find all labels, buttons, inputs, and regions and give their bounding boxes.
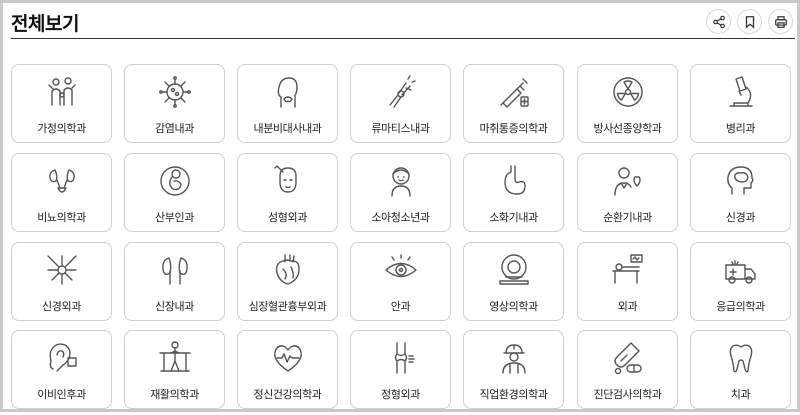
department-label: 마취통증의학과 (479, 122, 548, 135)
worker-icon (495, 339, 533, 377)
department-label: 감염내과 (155, 122, 194, 135)
department-card[interactable]: 치과 (690, 330, 791, 409)
department-label: 심장혈관흉부외과 (248, 300, 327, 313)
test-tube-pill-icon (609, 339, 647, 377)
department-label: 직업환경의학과 (479, 388, 548, 401)
content-frame: 전체보기 가정의학과 감염내과 내분비대사내과 류마티스내과 마취통증의학과 방사선종양학… (0, 0, 800, 412)
department-label: 가정의학과 (37, 122, 86, 135)
department-card[interactable]: 병리과 (690, 64, 791, 143)
department-label: 내분비대사내과 (253, 122, 322, 135)
department-card[interactable]: 심장혈관흉부외과 (237, 242, 338, 321)
department-label: 영상의학과 (489, 300, 538, 313)
operating-table-icon (609, 251, 647, 289)
mri-scanner-icon (495, 251, 533, 289)
bookmark-button[interactable] (737, 9, 762, 34)
department-card[interactable]: 진단검사의학과 (577, 330, 678, 409)
kidney-bladder-icon (43, 162, 81, 200)
department-card[interactable]: 방사선종양학과 (577, 64, 678, 143)
department-label: 산부인과 (155, 211, 194, 224)
ear-icon (43, 339, 81, 377)
department-label: 신장내과 (155, 300, 194, 313)
department-card[interactable]: 산부인과 (124, 153, 225, 232)
department-card[interactable]: 내분비대사내과 (237, 64, 338, 143)
department-card[interactable]: 류마티스내과 (350, 64, 451, 143)
syringe-icon (495, 73, 533, 111)
page-header: 전체보기 (11, 7, 795, 39)
family-icon (43, 73, 81, 111)
department-label: 정형외과 (381, 388, 420, 401)
department-label: 류마티스내과 (371, 122, 430, 135)
page-title: 전체보기 (11, 13, 79, 35)
department-label: 순환기내과 (603, 211, 652, 224)
department-card[interactable]: 직업환경의학과 (463, 330, 564, 409)
department-card[interactable]: 정형외과 (350, 330, 451, 409)
brain-head-icon (722, 162, 760, 200)
anatomical-heart-icon (269, 251, 307, 289)
department-card[interactable]: 신경과 (690, 153, 791, 232)
department-grid: 가정의학과 감염내과 내분비대사내과 류마티스내과 마취통증의학과 방사선종양학과 병리과비… (11, 64, 795, 415)
department-label: 신경과 (725, 211, 756, 224)
department-label: 외과 (617, 300, 638, 313)
department-label: 소화기내과 (489, 211, 538, 224)
doctor-heart-icon (609, 162, 647, 200)
department-card[interactable]: 신장내과 (124, 242, 225, 321)
rehab-bars-icon (156, 339, 194, 377)
department-card[interactable]: 재활의학과 (124, 330, 225, 409)
child-icon (382, 162, 420, 200)
share-button[interactable] (706, 9, 731, 34)
stomach-icon (495, 162, 533, 200)
department-card[interactable]: 소화기내과 (463, 153, 564, 232)
print-button[interactable] (768, 9, 793, 34)
neuron-icon (43, 251, 81, 289)
department-label: 성형외과 (268, 211, 307, 224)
department-card[interactable]: 성형외과 (237, 153, 338, 232)
kidneys-icon (156, 251, 194, 289)
fetus-icon (156, 162, 194, 200)
department-card[interactable]: 안과 (350, 242, 451, 321)
joint-pain-icon (382, 73, 420, 111)
header-tools (706, 9, 793, 34)
department-card[interactable]: 외과 (577, 242, 678, 321)
department-label: 응급의학과 (716, 300, 765, 313)
department-label: 이비인후과 (37, 388, 86, 401)
department-label: 진단검사의학과 (593, 388, 662, 401)
department-label: 정신건강의학과 (253, 388, 322, 401)
department-card[interactable]: 순환기내과 (577, 153, 678, 232)
department-label: 병리과 (725, 122, 756, 135)
bookmark-icon (745, 15, 754, 29)
department-card[interactable]: 영상의학과 (463, 242, 564, 321)
department-label: 재활의학과 (150, 388, 199, 401)
department-card[interactable]: 소아청소년과 (350, 153, 451, 232)
heart-pulse-icon (269, 339, 307, 377)
department-card[interactable]: 마취통증의학과 (463, 64, 564, 143)
department-label: 방사선종양학과 (593, 122, 662, 135)
department-card[interactable]: 감염내과 (124, 64, 225, 143)
eye-icon (382, 251, 420, 289)
microscope-icon (722, 73, 760, 111)
department-card[interactable]: 응급의학과 (690, 242, 791, 321)
print-icon (774, 15, 787, 28)
department-label: 비뇨의학과 (37, 211, 86, 224)
tooth-icon (722, 339, 760, 377)
ambulance-icon (722, 251, 760, 289)
department-label: 안과 (390, 300, 411, 313)
department-card[interactable]: 이비인후과 (11, 330, 112, 409)
virus-icon (156, 73, 194, 111)
department-label: 소아청소년과 (371, 211, 430, 224)
radiation-icon (609, 73, 647, 111)
face-surgery-icon (269, 162, 307, 200)
department-label: 신경외과 (42, 300, 81, 313)
thyroid-icon (269, 73, 307, 111)
knee-joint-icon (382, 339, 420, 377)
share-icon (712, 15, 725, 28)
department-card[interactable]: 가정의학과 (11, 64, 112, 143)
department-card[interactable]: 비뇨의학과 (11, 153, 112, 232)
department-card[interactable]: 신경외과 (11, 242, 112, 321)
department-label: 치과 (730, 388, 751, 401)
department-card[interactable]: 정신건강의학과 (237, 330, 338, 409)
